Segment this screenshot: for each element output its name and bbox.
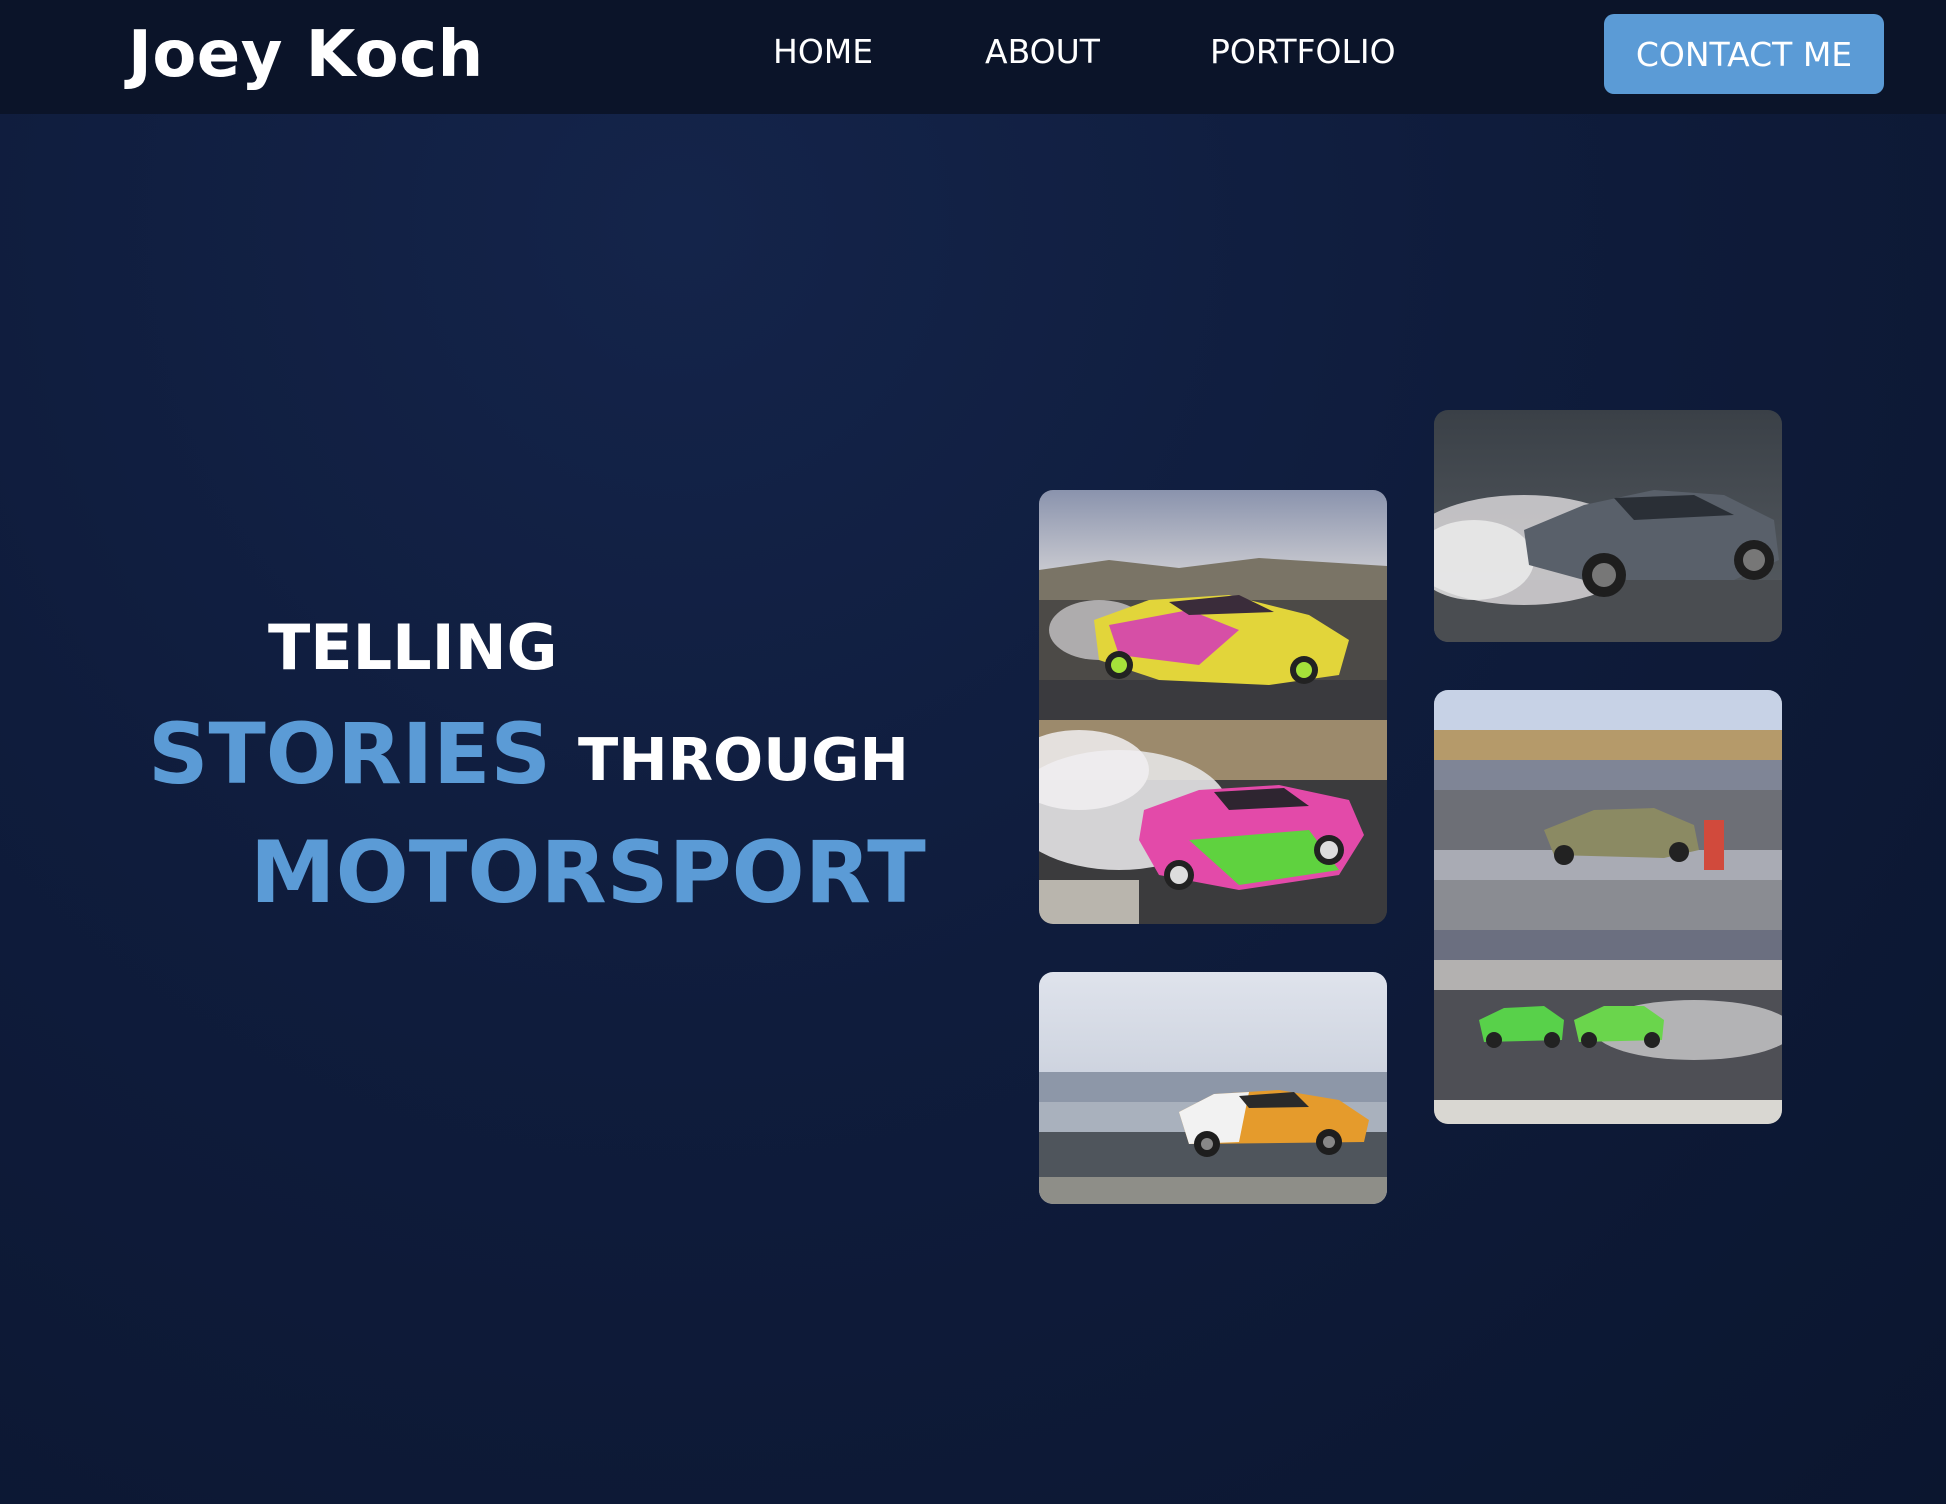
site-logo[interactable]: Joey Koch: [128, 18, 484, 92]
gallery-photo-track-battle[interactable]: [1434, 690, 1782, 1124]
nav-link-about[interactable]: ABOUT: [985, 32, 1100, 71]
top-navbar: Joey Koch HOME ABOUT PORTFOLIO CONTACT M…: [0, 0, 1946, 114]
contact-me-label: CONTACT ME: [1635, 34, 1853, 74]
hero-word-stories: STORIES: [148, 705, 552, 803]
nav-link-portfolio[interactable]: PORTFOLIO: [1210, 32, 1396, 71]
hero-word-through: THROUGH: [578, 725, 909, 794]
nav-link-home[interactable]: HOME: [773, 32, 873, 71]
contact-me-button[interactable]: CONTACT ME: [1604, 14, 1884, 94]
hero-word-telling: TELLING: [268, 611, 558, 684]
gallery-photo-panning-car[interactable]: [1039, 972, 1387, 1204]
hero-word-motorsport: MOTORSPORT: [250, 823, 926, 923]
gallery-photo-grey-drift[interactable]: [1434, 410, 1782, 642]
gallery-photo-drift-pair[interactable]: [1039, 490, 1387, 924]
